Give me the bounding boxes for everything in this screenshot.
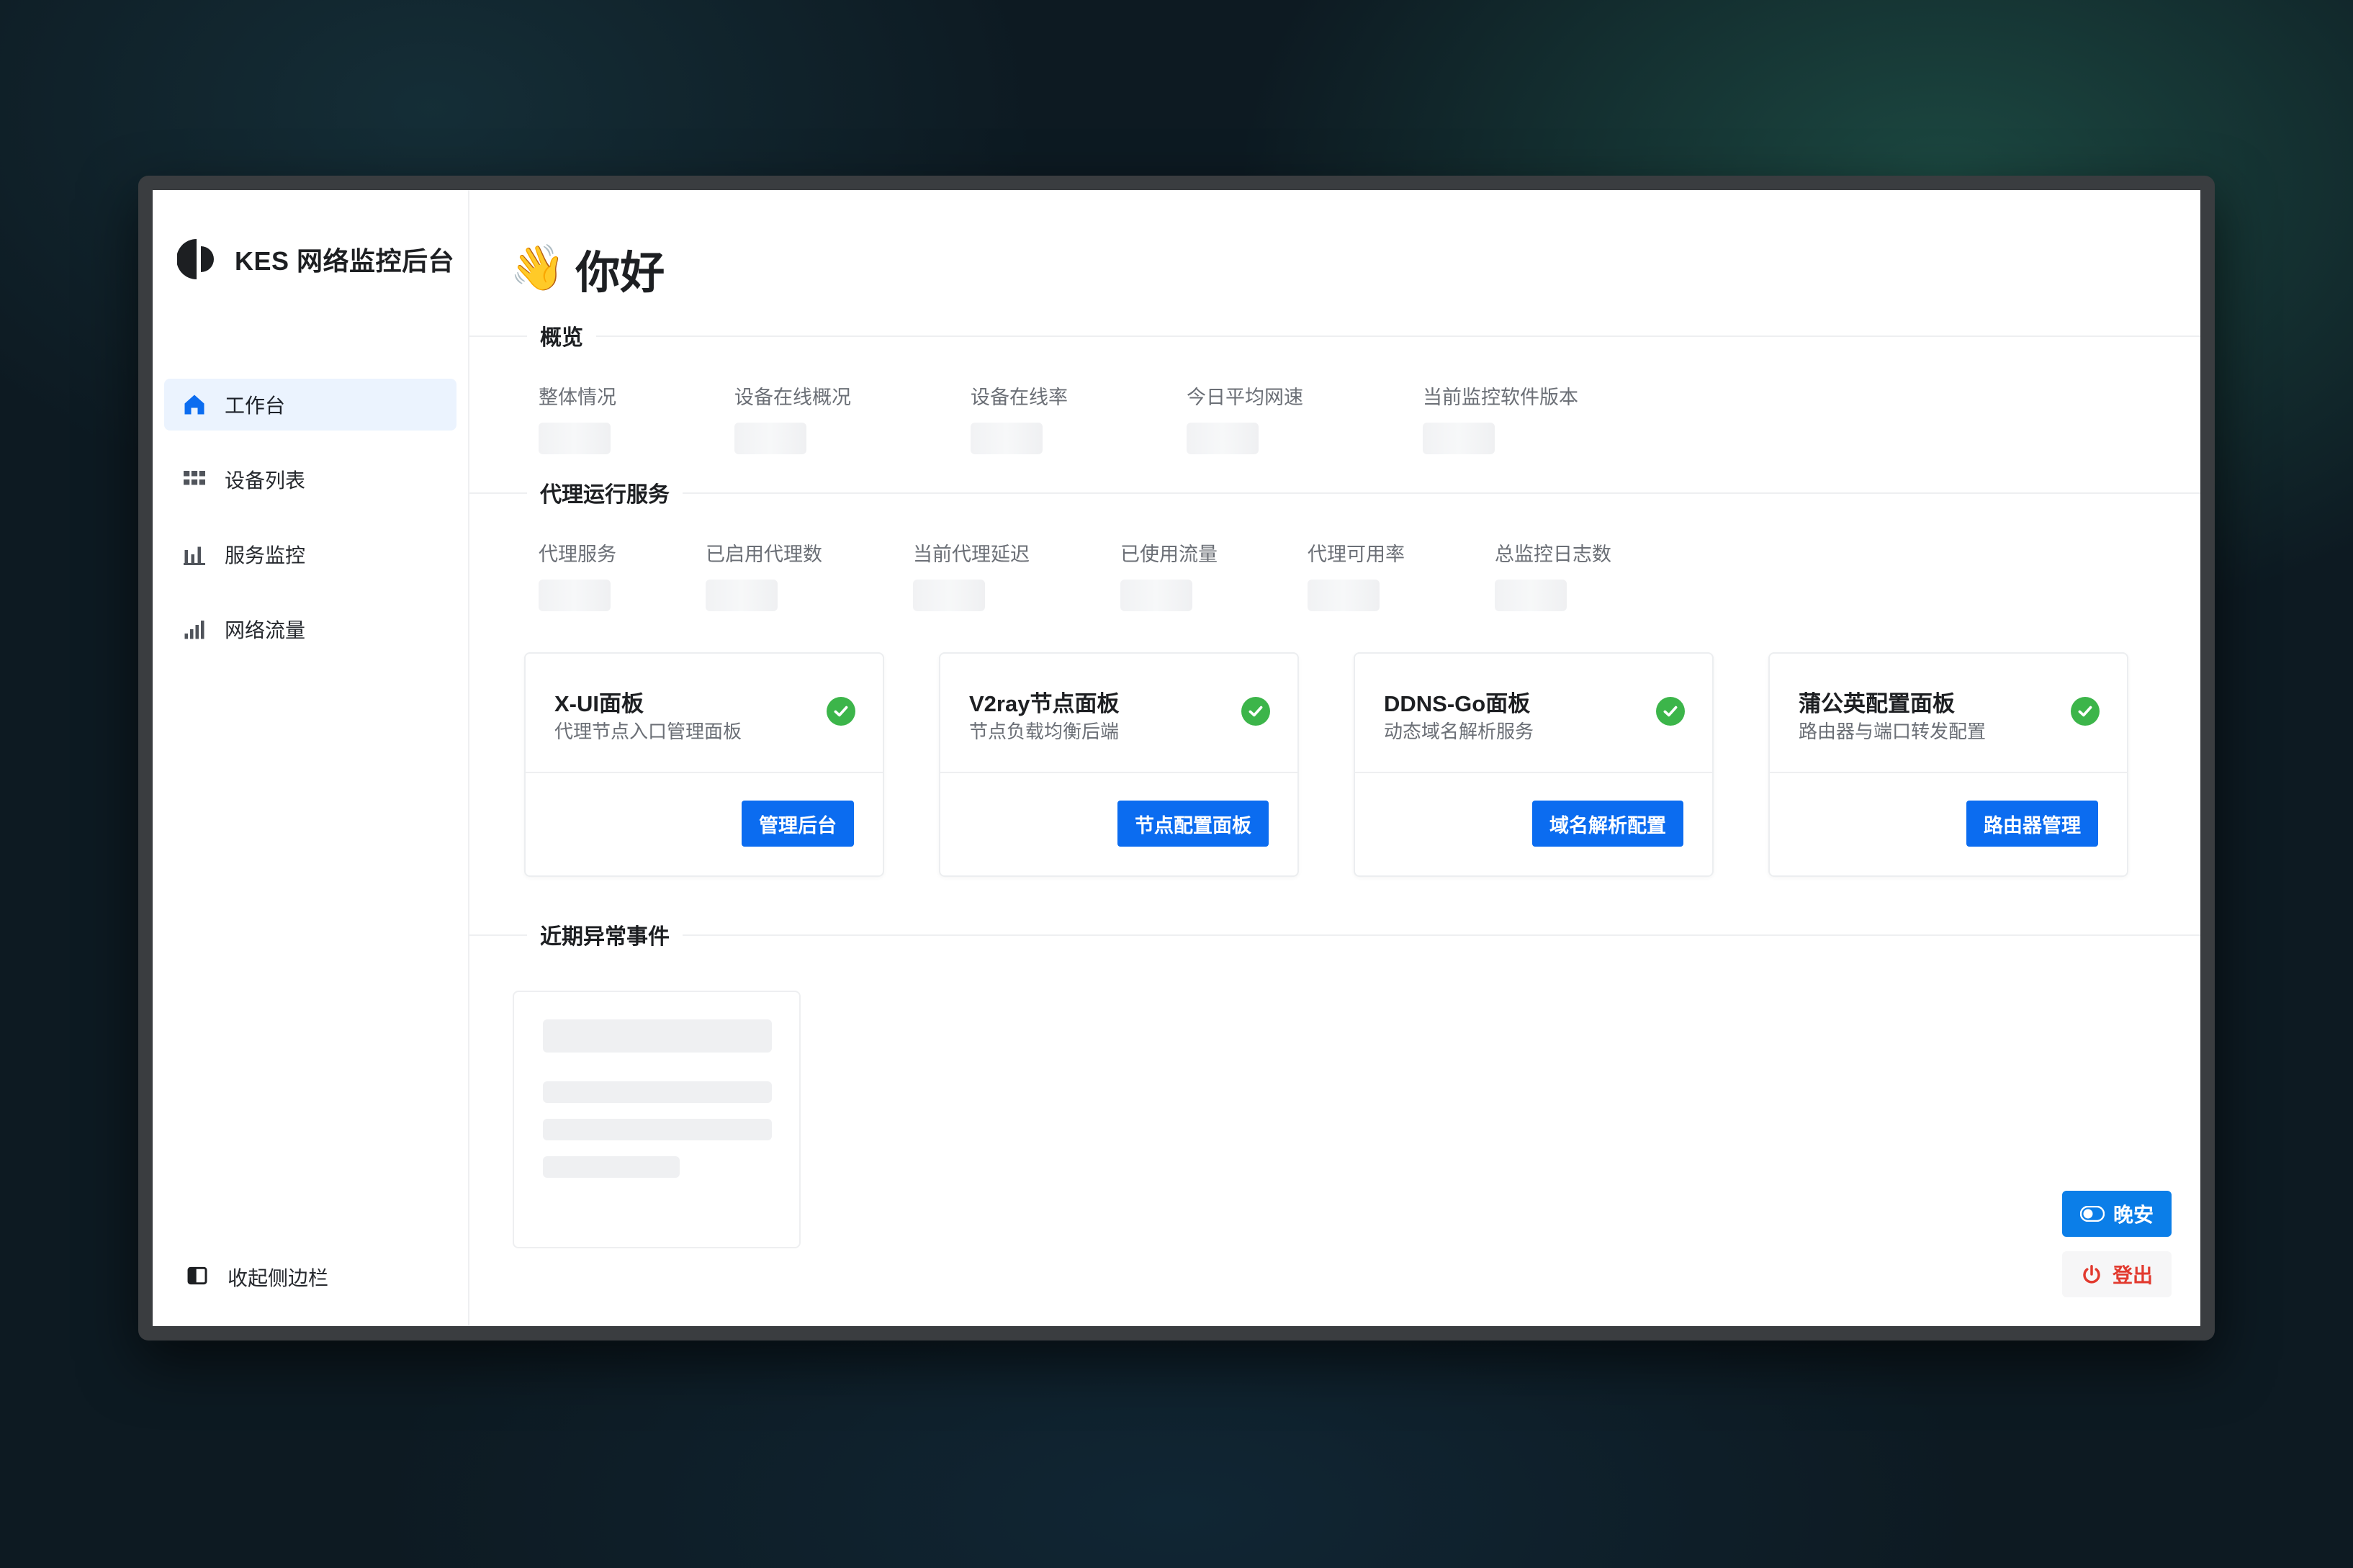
grid-icon (180, 465, 209, 494)
stat-log-count: 总监控日志数 (1495, 539, 1611, 611)
app-title: KES 网络监控后台 (235, 246, 455, 276)
stat-label: 代理服务 (539, 544, 616, 565)
sidebar-item-label: 网络流量 (225, 619, 306, 641)
night-mode-toggle[interactable]: 晚安 (2062, 1191, 2172, 1237)
section-title: 近期异常事件 (527, 919, 683, 950)
dns-config-button[interactable]: 域名解析配置 (1532, 801, 1683, 847)
home-icon (180, 390, 209, 419)
check-circle-icon (1656, 697, 1685, 726)
app-screen: KES 网络监控后台 工作台 设备列表 服务监控 网络流量 收起侧边栏 👋 你好… (153, 190, 2200, 1326)
stat-label: 设备在线概况 (734, 387, 851, 408)
panel-description: 路由器与端口转发配置 (1799, 721, 1987, 742)
stat-value-placeholder (734, 423, 806, 454)
sidebar-item-workbench[interactable]: 工作台 (164, 379, 456, 431)
panel-card-v2ray: V2ray节点面板 节点负载均衡后端 节点配置面板 (939, 652, 1299, 877)
power-icon (2081, 1263, 2102, 1285)
theme-label: 晚安 (2113, 1204, 2154, 1226)
stat-label: 整体情况 (539, 387, 616, 408)
collapse-sidebar-button[interactable]: 收起侧边栏 (186, 1263, 328, 1292)
stat-proxy-latency: 当前代理延迟 (913, 539, 1030, 611)
logo-icon (177, 239, 214, 279)
stat-device-online-rate: 设备在线率 (971, 382, 1068, 454)
stat-software-version: 当前监控软件版本 (1423, 382, 1578, 454)
proxy-section-header: 代理运行服务 (469, 477, 2200, 508)
sidebar-item-service-monitor[interactable]: 服务监控 (164, 528, 456, 580)
stat-label: 今日平均网速 (1187, 387, 1303, 408)
stat-value-placeholder (913, 580, 985, 611)
stat-value-placeholder (539, 423, 611, 454)
stat-label: 设备在线率 (971, 387, 1068, 408)
toggle-icon (2079, 1206, 2105, 1222)
stat-label: 已使用流量 (1120, 544, 1218, 565)
router-manage-button[interactable]: 路由器管理 (1966, 801, 2098, 847)
panel-card-pgy: 蒲公英配置面板 路由器与端口转发配置 路由器管理 (1768, 652, 2128, 877)
panel-description: 动态域名解析服务 (1384, 721, 1534, 742)
stat-avg-speed: 今日平均网速 (1187, 382, 1303, 454)
stat-traffic-used: 已使用流量 (1120, 539, 1218, 611)
panel-description: 节点负载均衡后端 (969, 721, 1120, 742)
event-skeleton-card (513, 991, 801, 1248)
panel-name: X-UI面板 (554, 691, 644, 716)
stat-value-placeholder (1308, 580, 1380, 611)
sidebar-toggle-icon (186, 1264, 209, 1291)
skeleton-line (543, 1019, 772, 1053)
panel-name: V2ray节点面板 (969, 691, 1120, 716)
skeleton-line (543, 1119, 772, 1140)
stat-enabled-proxies: 已启用代理数 (706, 539, 822, 611)
sidebar-item-network-traffic[interactable]: 网络流量 (164, 603, 456, 655)
stat-label: 总监控日志数 (1495, 544, 1611, 565)
stat-value-placeholder (1495, 580, 1567, 611)
sidebar: KES 网络监控后台 工作台 设备列表 服务监控 网络流量 收起侧边栏 (153, 190, 469, 1326)
stat-label: 当前监控软件版本 (1423, 387, 1578, 408)
sidebar-item-label: 工作台 (225, 395, 286, 417)
stat-value-placeholder (539, 580, 611, 611)
node-config-button[interactable]: 节点配置面板 (1117, 801, 1269, 847)
panel-card-xui: X-UI面板 代理节点入口管理面板 管理后台 (524, 652, 884, 877)
check-circle-icon (1241, 697, 1270, 726)
stat-value-placeholder (1423, 423, 1495, 454)
section-title: 代理运行服务 (527, 477, 683, 508)
stat-value-placeholder (1120, 580, 1192, 611)
sidebar-item-devices[interactable]: 设备列表 (164, 454, 456, 505)
skeleton-line (543, 1156, 680, 1178)
main-content: 👋 你好 概览 整体情况 设备在线概况 设备在线率 今日平均网速 当前监控软件版… (469, 190, 2200, 1326)
check-circle-icon (827, 697, 855, 726)
panel-description: 代理节点入口管理面板 (554, 721, 742, 742)
logout-button[interactable]: 登出 (2062, 1251, 2172, 1297)
skeleton-line (543, 1081, 772, 1103)
stat-overall: 整体情况 (539, 382, 616, 454)
stat-label: 当前代理延迟 (913, 544, 1030, 565)
sidebar-item-label: 设备列表 (225, 469, 306, 492)
stat-proxy-availability: 代理可用率 (1308, 539, 1405, 611)
page-title: 你好 (575, 248, 665, 298)
stat-label: 已启用代理数 (706, 544, 822, 565)
panel-name: DDNS-Go面板 (1384, 691, 1531, 716)
greeting: 👋 你好 (510, 236, 665, 301)
bar-chart-icon (180, 540, 209, 569)
collapse-label: 收起侧边栏 (228, 1267, 329, 1289)
panel-name: 蒲公英配置面板 (1799, 691, 1955, 716)
stat-device-online-overview: 设备在线概况 (734, 382, 851, 454)
admin-panel-button[interactable]: 管理后台 (742, 801, 854, 847)
logo: KES 网络监控后台 (177, 236, 454, 282)
stat-value-placeholder (1187, 423, 1259, 454)
waving-hand-icon: 👋 (510, 243, 566, 293)
sidebar-item-label: 服务监控 (225, 544, 306, 567)
stat-proxy-service: 代理服务 (539, 539, 616, 611)
section-title: 概览 (527, 320, 596, 351)
stat-label: 代理可用率 (1308, 544, 1405, 565)
stat-value-placeholder (971, 423, 1043, 454)
events-section-header: 近期异常事件 (469, 919, 2200, 950)
panel-card-ddns: DDNS-Go面板 动态域名解析服务 域名解析配置 (1354, 652, 1714, 877)
check-circle-icon (2071, 697, 2100, 726)
stat-value-placeholder (706, 580, 778, 611)
logout-label: 登出 (2112, 1264, 2153, 1287)
signal-icon (180, 615, 209, 644)
overview-section-header: 概览 (469, 320, 2200, 351)
